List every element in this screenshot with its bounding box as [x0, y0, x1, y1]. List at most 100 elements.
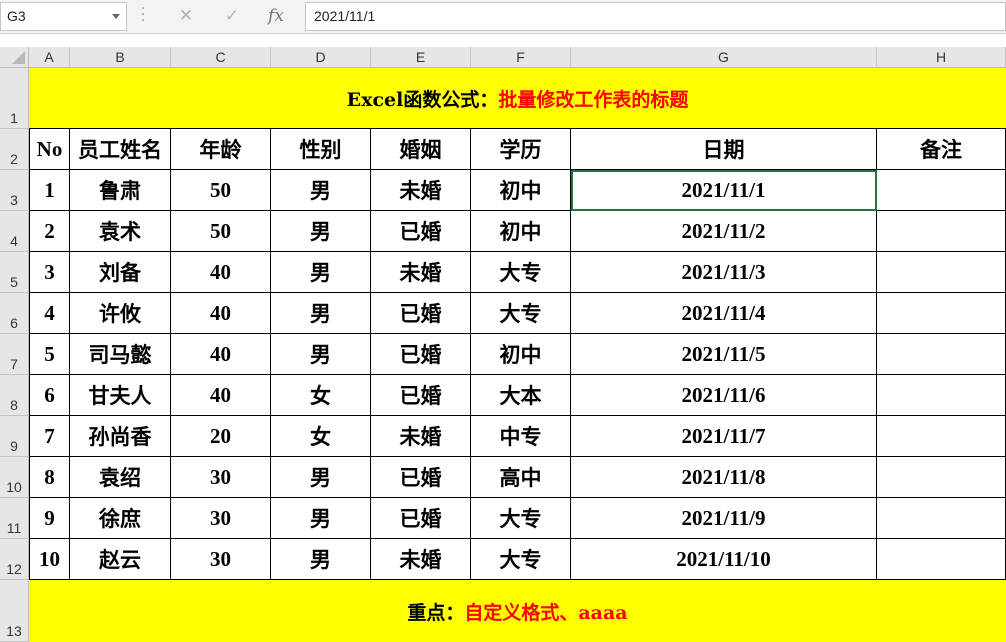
table-cell[interactable]: 2021/11/2	[571, 211, 877, 252]
table-cell[interactable]: 7	[29, 416, 70, 457]
table-cell[interactable]: 2021/11/4	[571, 293, 877, 334]
table-header-cell[interactable]: 员工姓名	[70, 129, 171, 170]
table-cell[interactable]: 大专	[471, 252, 571, 293]
table-cell[interactable]	[877, 416, 1006, 457]
table-cell[interactable]: 未婚	[371, 416, 471, 457]
table-cell[interactable]	[877, 293, 1006, 334]
table-cell[interactable]: 2	[29, 211, 70, 252]
column-header-h[interactable]: H	[877, 47, 1006, 68]
table-cell[interactable]: 初中	[471, 211, 571, 252]
column-header-g[interactable]: G	[571, 47, 877, 68]
table-cell[interactable]: 10	[29, 539, 70, 580]
table-cell[interactable]: 初中	[471, 334, 571, 375]
table-cell[interactable]: 未婚	[371, 252, 471, 293]
table-cell[interactable]: 2021/11/9	[571, 498, 877, 539]
row-header-8[interactable]: 8	[0, 375, 29, 416]
cancel-icon[interactable]: ✕	[173, 6, 199, 26]
table-cell[interactable]: 高中	[471, 457, 571, 498]
table-cell[interactable]: 徐庶	[70, 498, 171, 539]
table-cell[interactable]: 已婚	[371, 375, 471, 416]
table-cell[interactable]: 2021/11/10	[571, 539, 877, 580]
table-cell[interactable]: 鲁肃	[70, 170, 171, 211]
table-cell[interactable]: 1	[29, 170, 70, 211]
table-cell[interactable]: 30	[171, 457, 271, 498]
row-header-2[interactable]: 2	[0, 129, 29, 170]
table-cell[interactable]: 中专	[471, 416, 571, 457]
table-cell[interactable]: 30	[171, 498, 271, 539]
table-cell[interactable]: 50	[171, 170, 271, 211]
table-cell[interactable]: 袁绍	[70, 457, 171, 498]
table-cell[interactable]: 40	[171, 375, 271, 416]
row-header-13[interactable]: 13	[0, 580, 29, 642]
table-cell[interactable]: 男	[271, 293, 371, 334]
more-options-icon[interactable]: · · ·	[141, 3, 145, 28]
name-box[interactable]: G3	[0, 2, 127, 31]
row-header-9[interactable]: 9	[0, 416, 29, 457]
row-header-10[interactable]: 10	[0, 457, 29, 498]
table-cell[interactable]	[877, 457, 1006, 498]
table-cell[interactable]: 司马懿	[70, 334, 171, 375]
table-header-cell[interactable]: 日期	[571, 129, 877, 170]
column-header-a[interactable]: A	[29, 47, 70, 68]
table-cell[interactable]: 男	[271, 457, 371, 498]
table-cell[interactable]: 大专	[471, 293, 571, 334]
table-cell[interactable]: 男	[271, 252, 371, 293]
table-cell[interactable]: 大专	[471, 498, 571, 539]
table-cell[interactable]: 2021/11/5	[571, 334, 877, 375]
table-cell[interactable]: 6	[29, 375, 70, 416]
table-cell[interactable]	[877, 170, 1006, 211]
chevron-down-icon[interactable]	[112, 14, 120, 19]
table-cell[interactable]: 袁术	[70, 211, 171, 252]
table-cell[interactable]: 2021/11/6	[571, 375, 877, 416]
table-cell[interactable]: 甘夫人	[70, 375, 171, 416]
table-header-cell[interactable]: No	[29, 129, 70, 170]
row-header-12[interactable]: 12	[0, 539, 29, 580]
table-cell[interactable]	[877, 334, 1006, 375]
column-header-f[interactable]: F	[471, 47, 571, 68]
table-cell[interactable]: 已婚	[371, 211, 471, 252]
insert-function-icon[interactable]: fx	[263, 6, 289, 26]
table-cell[interactable]: 男	[271, 334, 371, 375]
table-cell[interactable]: 2021/11/7	[571, 416, 877, 457]
table-cell[interactable]: 孙尚香	[70, 416, 171, 457]
table-cell[interactable]: 50	[171, 211, 271, 252]
table-cell[interactable]: 已婚	[371, 498, 471, 539]
table-cell[interactable]: 5	[29, 334, 70, 375]
table-cell[interactable]: 男	[271, 498, 371, 539]
table-header-cell[interactable]: 婚姻	[371, 129, 471, 170]
table-cell[interactable]: 刘备	[70, 252, 171, 293]
table-cell[interactable]	[877, 211, 1006, 252]
table-cell[interactable]: 许攸	[70, 293, 171, 334]
table-cell[interactable]: 男	[271, 539, 371, 580]
table-cell[interactable]: 赵云	[70, 539, 171, 580]
table-cell[interactable]: 40	[171, 293, 271, 334]
table-cell[interactable]: 2021/11/8	[571, 457, 877, 498]
select-all-button[interactable]	[0, 47, 29, 68]
table-cell[interactable]: 男	[271, 170, 371, 211]
table-cell[interactable]: 未婚	[371, 539, 471, 580]
row-header-7[interactable]: 7	[0, 334, 29, 375]
table-cell[interactable]: 大本	[471, 375, 571, 416]
enter-icon[interactable]: ✓	[219, 6, 245, 26]
column-header-b[interactable]: B	[70, 47, 171, 68]
table-cell[interactable]: 40	[171, 252, 271, 293]
column-header-d[interactable]: D	[271, 47, 371, 68]
column-header-c[interactable]: C	[171, 47, 271, 68]
table-cell[interactable]: 8	[29, 457, 70, 498]
table-cell[interactable]: 初中	[471, 170, 571, 211]
table-header-cell[interactable]: 学历	[471, 129, 571, 170]
table-cell[interactable]: 未婚	[371, 170, 471, 211]
table-header-cell[interactable]: 年龄	[171, 129, 271, 170]
row-header-3[interactable]: 3	[0, 170, 29, 211]
table-cell[interactable]	[877, 498, 1006, 539]
table-cell[interactable]	[877, 252, 1006, 293]
table-cell[interactable]: 3	[29, 252, 70, 293]
table-cell[interactable]: 2021/11/1	[571, 170, 877, 211]
table-cell[interactable]: 已婚	[371, 334, 471, 375]
table-cell[interactable]: 女	[271, 375, 371, 416]
table-cell[interactable]: 30	[171, 539, 271, 580]
table-cell[interactable]: 男	[271, 211, 371, 252]
formula-input[interactable]: 2021/11/1	[305, 2, 1006, 31]
table-cell[interactable]: 已婚	[371, 293, 471, 334]
title-banner[interactable]: Excel函数公式： 批量修改工作表的标题	[29, 68, 1006, 129]
